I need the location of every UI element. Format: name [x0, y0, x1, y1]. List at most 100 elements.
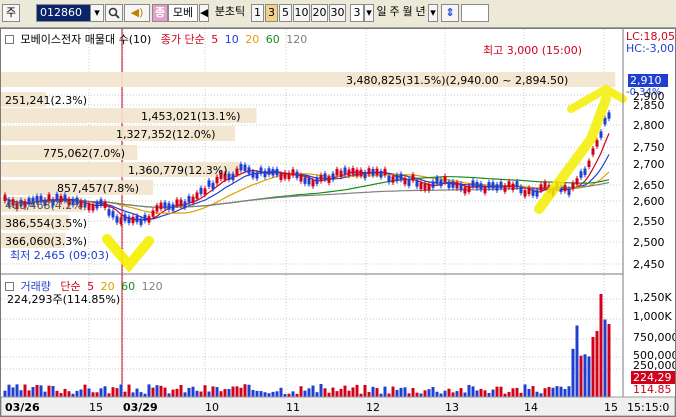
- volume-bar: [99, 388, 103, 397]
- price-tick-9: 2,450: [633, 258, 665, 271]
- volume-bar: [563, 389, 567, 397]
- volume-bar: [315, 392, 319, 397]
- volume-bar: [171, 389, 175, 397]
- code-dropdown-button[interactable]: ▾: [90, 4, 104, 22]
- period-type-label[interactable]: 분초틱: [210, 4, 250, 22]
- volume-bar: [435, 391, 439, 397]
- volume-bar: [271, 391, 275, 397]
- candle-body: [91, 204, 95, 211]
- volume-bar: [299, 386, 303, 397]
- candle-body: [375, 168, 379, 176]
- x-label-1: 15: [89, 401, 103, 414]
- volume-bar: [235, 386, 239, 397]
- stock-name-field[interactable]: 모베: [168, 4, 198, 22]
- volume-bar: [447, 388, 451, 397]
- candle-body: [203, 188, 207, 195]
- volume-bar: [91, 392, 95, 397]
- vol-ma-period-120: 120: [141, 280, 163, 293]
- candle-body: [131, 216, 135, 224]
- volume-bar: [139, 392, 143, 397]
- candle-body: [451, 181, 455, 188]
- candle-body: [159, 202, 163, 210]
- volume-bar: [355, 384, 359, 397]
- candle-body: [99, 199, 103, 206]
- extra-input[interactable]: [461, 4, 489, 22]
- volume-bar: [511, 388, 515, 397]
- volume-bar: [491, 389, 495, 397]
- candle-body: [95, 202, 99, 209]
- menu-button[interactable]: 주: [2, 4, 20, 22]
- candle-body: [599, 131, 603, 138]
- candle-body: [259, 167, 263, 174]
- stock-type-badge[interactable]: 종: [152, 4, 168, 22]
- volume-bar: [383, 386, 387, 397]
- chart-area: 모베이스전자 매물대 수(10) 종가 단순 5 10 20 60 120 LC…: [0, 28, 676, 417]
- volume-bar: [223, 389, 227, 397]
- candle-body: [239, 164, 243, 171]
- candle-body: [199, 187, 203, 195]
- interval-button-10[interactable]: 10: [293, 4, 310, 22]
- volume-bar: [487, 392, 491, 397]
- count-input[interactable]: 3: [350, 4, 364, 22]
- volume-bar: [507, 391, 511, 397]
- candle-body: [563, 184, 567, 192]
- volume-bar: [255, 390, 259, 397]
- candle-body: [271, 169, 275, 176]
- volume-bar: [607, 323, 611, 397]
- volume-bar: [63, 388, 67, 397]
- interval-button-3[interactable]: 3: [265, 4, 278, 22]
- candle-body: [363, 171, 367, 179]
- unit-month-button[interactable]: 월: [401, 4, 414, 22]
- volume-bar: [175, 388, 179, 397]
- x-label-6: 13: [445, 401, 459, 414]
- candle-body: [523, 190, 527, 197]
- volume-bar: [403, 387, 407, 397]
- x-label-3: 10: [205, 401, 219, 414]
- candle-body: [427, 184, 431, 191]
- volume-bar: [23, 384, 27, 397]
- candle-body: [503, 185, 507, 192]
- volume-bar: [523, 384, 527, 397]
- volume-bar: [375, 388, 379, 397]
- candle-body: [323, 173, 327, 180]
- scroll-updown-button[interactable]: ⇕: [441, 4, 459, 22]
- interval-button-30[interactable]: 30: [329, 4, 346, 22]
- unit-week-button[interactable]: 주: [388, 4, 401, 22]
- interval-button-20[interactable]: 20: [311, 4, 328, 22]
- volume-bar: [567, 386, 571, 397]
- volume-bar: [515, 387, 519, 397]
- candle-body: [303, 177, 307, 184]
- count-dropdown-button[interactable]: ▾: [364, 4, 374, 22]
- volume-tick-0: 1,250K: [633, 291, 672, 304]
- candle-body: [195, 192, 199, 199]
- checkbox-icon[interactable]: [5, 35, 14, 44]
- checkbox-icon[interactable]: [5, 282, 14, 291]
- current-price-label: 2,910: [628, 74, 668, 87]
- prev-button[interactable]: ◀: [199, 4, 209, 22]
- unit-dropdown-button[interactable]: ▾: [428, 4, 438, 22]
- volume-bar: [387, 393, 391, 397]
- volume-profile-label-2: 1,453,021(13.1%): [141, 110, 241, 123]
- candle-body: [455, 182, 459, 189]
- updown-arrow-icon: ⇕: [445, 6, 455, 19]
- volume-bar: [131, 392, 135, 397]
- candle-body: [543, 181, 547, 189]
- stock-code-input[interactable]: 012860: [36, 4, 91, 22]
- chevron-down-icon: ▾: [430, 6, 436, 19]
- speaker-button[interactable]: ◀): [124, 4, 150, 22]
- interval-button-5[interactable]: 5: [279, 4, 292, 22]
- volume-bar: [319, 384, 323, 397]
- volume-bar: [87, 388, 91, 397]
- search-button[interactable]: [105, 4, 123, 22]
- candle-body: [355, 169, 359, 176]
- unit-day-button[interactable]: 일: [375, 4, 388, 22]
- candle-body: [527, 187, 531, 195]
- candle-body: [123, 214, 127, 221]
- volume-bar: [527, 388, 531, 397]
- volume-bar: [579, 355, 583, 397]
- unit-year-button[interactable]: 년: [414, 4, 427, 22]
- volume-bar: [79, 389, 83, 397]
- candle-body: [311, 180, 315, 187]
- interval-button-1[interactable]: 1: [251, 4, 264, 22]
- candle-body: [491, 182, 495, 189]
